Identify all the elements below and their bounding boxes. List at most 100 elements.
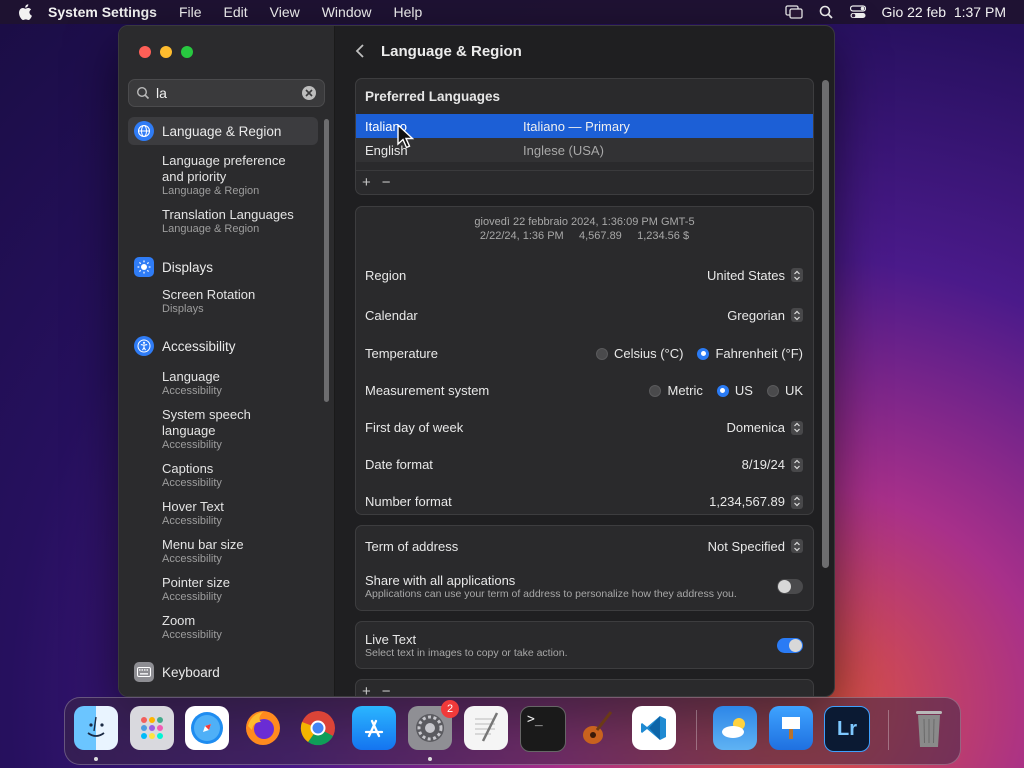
apple-icon[interactable] [18, 4, 32, 20]
search-icon [136, 86, 150, 100]
sidebar-item-label: Accessibility [162, 338, 236, 354]
search-result[interactable]: Translation Languages Language & Region [128, 207, 318, 236]
format-preview: giovedì 22 febbraio 2024, 1:36:09 PM GMT… [356, 207, 813, 255]
content-scrollbar[interactable] [822, 80, 829, 568]
search-input[interactable] [156, 85, 296, 101]
sidebar-item-language-region[interactable]: Language & Region [128, 117, 318, 145]
sidebar-item-keyboard[interactable]: Keyboard [128, 658, 318, 686]
menu-clock[interactable]: Gio 22 feb 1:37 PM [881, 4, 1006, 20]
search-result-title: Language [162, 369, 220, 384]
menu-file[interactable]: File [179, 4, 202, 20]
garageband-icon[interactable] [575, 706, 619, 750]
terminal-icon[interactable]: >_ [520, 706, 566, 752]
search-result-section: Accessibility [162, 477, 222, 489]
search-result-section: Language & Region [162, 223, 260, 235]
term-label: Term of address [365, 538, 459, 554]
menu-view[interactable]: View [270, 4, 300, 20]
celsius-radio[interactable]: Celsius (°C) [595, 346, 683, 361]
mouse-pointer-icon [397, 124, 415, 149]
updown-chevron-icon [791, 457, 803, 472]
zoom-button[interactable] [181, 46, 193, 58]
menu-edit[interactable]: Edit [224, 4, 248, 20]
search-result[interactable]: Pointer size Accessibility [128, 575, 318, 604]
close-button[interactable] [139, 46, 151, 58]
sidebar-search[interactable] [128, 79, 325, 107]
search-result[interactable]: Hover Text Accessibility [128, 499, 318, 528]
radio-label: US [734, 383, 753, 398]
calendar-popup[interactable]: Gregorian [727, 308, 803, 323]
us-radio[interactable]: US [716, 383, 753, 398]
updown-chevron-icon [791, 268, 803, 282]
date-format-popup[interactable]: 8/19/24 [742, 457, 803, 472]
lightroom-icon[interactable]: Lr [824, 706, 870, 752]
sidebar-scrollbar[interactable] [324, 119, 329, 402]
weather-icon[interactable] [713, 706, 757, 750]
control-center-icon[interactable] [849, 3, 867, 21]
language-name: English [365, 142, 408, 158]
language-row[interactable]: English Inglese (USA) [356, 138, 813, 162]
finder-icon[interactable] [74, 706, 118, 750]
chrome-icon[interactable] [296, 706, 340, 750]
term-popup[interactable]: Not Specified [708, 539, 803, 554]
screen-mirroring-icon[interactable] [785, 3, 804, 21]
updown-chevron-icon [791, 494, 803, 509]
calendar-label: Calendar [365, 307, 418, 323]
keynote-icon[interactable] [769, 706, 813, 750]
metric-radio[interactable]: Metric [649, 383, 703, 398]
add-language-button[interactable]: + [362, 174, 371, 191]
remove-button[interactable]: − [382, 683, 391, 697]
language-name: Italiano [365, 118, 407, 134]
settings-window: Language & Region Language preference an… [118, 25, 835, 697]
menu-app-name[interactable]: System Settings [48, 4, 157, 20]
add-button[interactable]: + [362, 683, 371, 697]
share-toggle[interactable] [777, 578, 803, 594]
window-controls [139, 46, 193, 58]
search-result-title: System speech language [162, 407, 251, 438]
firefox-icon[interactable] [241, 706, 285, 750]
region-popup[interactable]: United States [707, 268, 803, 283]
language-row[interactable]: Italiano Italiano — Primary [356, 114, 813, 138]
sidebar: Language & Region Language preference an… [119, 26, 335, 696]
search-result[interactable]: Language Accessibility [128, 369, 318, 398]
radio-off-icon [649, 384, 662, 397]
vscode-icon[interactable] [632, 706, 676, 750]
search-result[interactable]: Captions Accessibility [128, 461, 318, 490]
minimize-button[interactable] [160, 46, 172, 58]
app-store-icon[interactable] [352, 706, 396, 750]
search-result[interactable]: Language preference and priority Languag… [128, 153, 318, 198]
back-chevron-icon[interactable] [353, 43, 367, 59]
search-result-section: Accessibility [162, 591, 222, 603]
live-text-label: Live Text [365, 631, 417, 647]
menu-window[interactable]: Window [322, 4, 372, 20]
clear-search-icon[interactable] [302, 86, 316, 100]
trash-icon[interactable] [907, 706, 951, 750]
textedit-icon[interactable] [464, 706, 508, 750]
fahrenheit-radio[interactable]: Fahrenheit (°F) [697, 346, 803, 361]
number-format-popup[interactable]: 1,234,567.89 [709, 494, 803, 509]
accessibility-icon [134, 336, 154, 356]
remove-language-button[interactable]: − [382, 174, 391, 191]
sidebar-item-accessibility[interactable]: Accessibility [128, 332, 318, 360]
region-row: Region United States [356, 255, 813, 295]
calendar-row: Calendar Gregorian [356, 295, 813, 335]
search-result[interactable]: Menu bar size Accessibility [128, 537, 318, 566]
live-text-toggle[interactable] [777, 637, 803, 653]
search-result-title: Screen Rotation [162, 287, 256, 302]
search-result[interactable]: Screen Rotation Displays [128, 287, 318, 316]
safari-icon[interactable] [185, 706, 229, 750]
search-result[interactable]: System speech language Accessibility [128, 407, 318, 452]
menu-help[interactable]: Help [394, 4, 423, 20]
spotlight-search-icon[interactable] [817, 3, 835, 21]
uk-radio[interactable]: UK [766, 383, 803, 398]
updown-chevron-icon [791, 420, 803, 435]
system-settings-icon[interactable]: 2 [408, 700, 459, 750]
radio-label: UK [784, 383, 803, 398]
sidebar-item-displays[interactable]: Displays [128, 253, 318, 281]
term-value: Not Specified [707, 538, 785, 554]
page-title: Language & Region [381, 42, 522, 60]
language-desc: Inglese (USA) [523, 142, 604, 158]
search-result[interactable]: Zoom Accessibility [128, 613, 318, 642]
language-desc: Italiano — Primary [523, 118, 630, 134]
first-day-popup[interactable]: Domenica [726, 420, 803, 435]
launchpad-icon[interactable] [130, 706, 174, 750]
